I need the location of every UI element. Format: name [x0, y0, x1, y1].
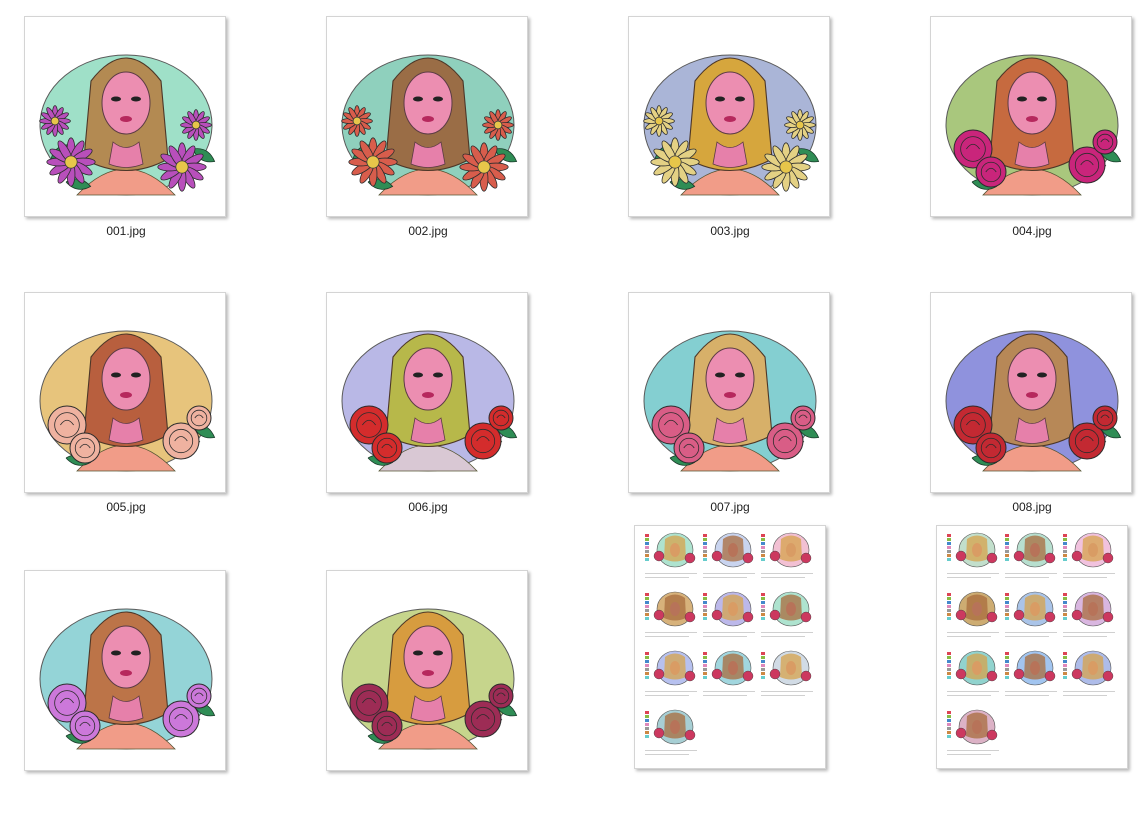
- eye-icon: [1017, 372, 1027, 378]
- file-name: 004.jpg: [1012, 224, 1052, 238]
- eye-icon: [413, 96, 423, 102]
- image-thumbnail[interactable]: [930, 16, 1132, 217]
- eye-icon: [433, 372, 443, 378]
- sheet-preview-icon: [635, 526, 825, 768]
- lips-icon: [120, 116, 132, 122]
- portrait-preview-icon: [341, 54, 518, 196]
- image-thumbnail[interactable]: [628, 16, 830, 217]
- portrait-preview-icon: [945, 330, 1122, 472]
- face-shape: [101, 625, 151, 689]
- lips-icon: [120, 392, 132, 398]
- portrait-preview-icon: [39, 330, 216, 472]
- rose-icon: [1092, 405, 1118, 431]
- portrait-preview-icon: [39, 608, 216, 750]
- face-shape: [403, 625, 453, 689]
- lips-icon: [422, 392, 434, 398]
- lips-icon: [422, 116, 434, 122]
- eye-icon: [131, 650, 141, 656]
- file-name: 001.jpg: [106, 224, 146, 238]
- eye-icon: [111, 650, 121, 656]
- file-name: 002.jpg: [408, 224, 448, 238]
- eye-icon: [1017, 96, 1027, 102]
- file-item[interactable]: 001.jpg: [0, 0, 302, 276]
- rose-icon: [488, 405, 514, 431]
- file-name: 005.jpg: [106, 500, 146, 514]
- file-item[interactable]: 003.jpg: [604, 0, 906, 276]
- eye-icon: [433, 96, 443, 102]
- eye-icon: [131, 372, 141, 378]
- rose-icon: [975, 432, 1007, 464]
- rose-icon: [975, 156, 1007, 188]
- rose-icon: [186, 683, 212, 709]
- image-thumbnail[interactable]: [326, 292, 528, 493]
- sheet-file-item[interactable]: [906, 509, 1145, 785]
- eye-icon: [111, 96, 121, 102]
- rose-icon: [69, 710, 101, 742]
- eye-icon: [715, 372, 725, 378]
- rose-icon: [69, 432, 101, 464]
- face-shape: [101, 347, 151, 411]
- portrait-preview-icon: [945, 54, 1122, 196]
- eye-icon: [1037, 372, 1047, 378]
- sheet-file-item[interactable]: [604, 509, 906, 785]
- rose-icon: [488, 683, 514, 709]
- lips-icon: [422, 670, 434, 676]
- rose-icon: [1092, 129, 1118, 155]
- file-item[interactable]: [302, 554, 604, 830]
- image-thumbnail[interactable]: [24, 16, 226, 217]
- image-thumbnail[interactable]: [326, 16, 528, 217]
- file-item[interactable]: 004.jpg: [906, 0, 1145, 276]
- rose-icon: [790, 405, 816, 431]
- portrait-preview-icon: [643, 330, 820, 472]
- eye-icon: [735, 96, 745, 102]
- portrait-preview-icon: [39, 54, 216, 196]
- eye-icon: [413, 650, 423, 656]
- eye-icon: [715, 96, 725, 102]
- face-shape: [1007, 71, 1057, 135]
- file-name: 006.jpg: [408, 500, 448, 514]
- lips-icon: [724, 116, 736, 122]
- portrait-preview-icon: [341, 330, 518, 472]
- sheet-thumbnail[interactable]: [634, 525, 826, 769]
- eye-icon: [111, 372, 121, 378]
- image-thumbnail[interactable]: [628, 292, 830, 493]
- file-item[interactable]: 006.jpg: [302, 276, 604, 552]
- file-name: 003.jpg: [710, 224, 750, 238]
- image-thumbnail[interactable]: [24, 292, 226, 493]
- face-shape: [705, 347, 755, 411]
- rose-icon: [673, 432, 705, 464]
- rose-icon: [186, 405, 212, 431]
- file-item[interactable]: [0, 554, 302, 830]
- image-thumbnail[interactable]: [930, 292, 1132, 493]
- face-shape: [403, 71, 453, 135]
- eye-icon: [131, 96, 141, 102]
- rose-icon: [371, 710, 403, 742]
- eye-icon: [1037, 96, 1047, 102]
- eye-icon: [413, 372, 423, 378]
- image-thumbnail[interactable]: [326, 570, 528, 771]
- file-item[interactable]: 002.jpg: [302, 0, 604, 276]
- lips-icon: [724, 392, 736, 398]
- lips-icon: [120, 670, 132, 676]
- eye-icon: [433, 650, 443, 656]
- rose-icon: [371, 432, 403, 464]
- eye-icon: [735, 372, 745, 378]
- face-shape: [101, 71, 151, 135]
- file-item[interactable]: 005.jpg: [0, 276, 302, 552]
- sheet-preview-icon: [937, 526, 1127, 768]
- portrait-preview-icon: [341, 608, 518, 750]
- lips-icon: [1026, 392, 1038, 398]
- portrait-preview-icon: [643, 54, 820, 196]
- lips-icon: [1026, 116, 1038, 122]
- sheet-thumbnail[interactable]: [936, 525, 1128, 769]
- face-shape: [403, 347, 453, 411]
- image-thumbnail[interactable]: [24, 570, 226, 771]
- face-shape: [1007, 347, 1057, 411]
- face-shape: [705, 71, 755, 135]
